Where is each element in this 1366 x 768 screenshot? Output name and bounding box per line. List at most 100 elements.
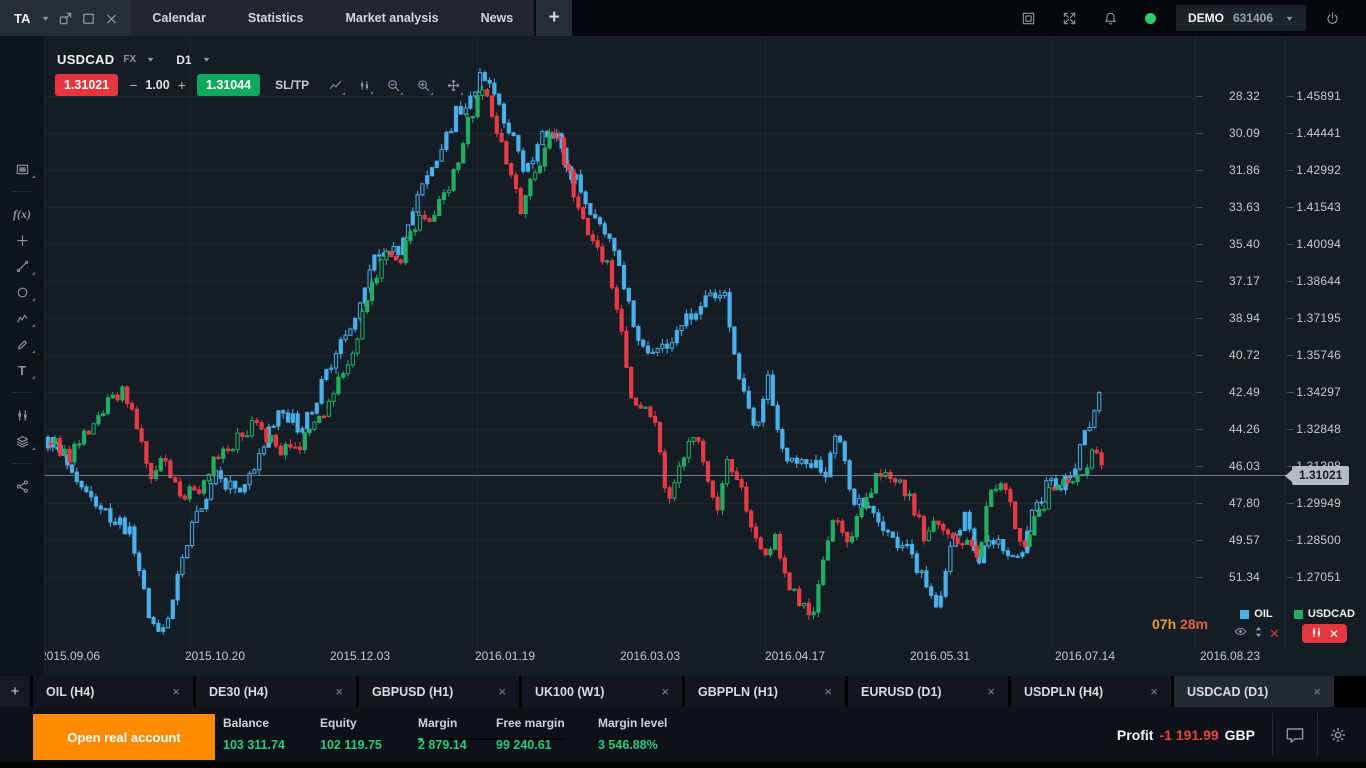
sltp-button[interactable]: SL/TP <box>275 78 309 92</box>
date-axis-label: 2016.03.03 <box>620 649 680 663</box>
popout-icon[interactable] <box>58 11 73 26</box>
chat-icon[interactable] <box>1283 707 1307 762</box>
oil-axis-label: 47.80 <box>1198 496 1260 510</box>
close-tab-icon[interactable]: × <box>824 684 832 699</box>
instrument-tab-usdpln[interactable]: USDPLN (H4)× <box>1011 676 1171 707</box>
zoom-in-icon[interactable] <box>416 78 431 93</box>
close-tab-icon[interactable]: × <box>498 684 506 699</box>
drawing-toolbar: f(x) T <box>0 36 45 676</box>
metric-value: 99 240.61 <box>496 738 598 752</box>
tab-market-analysis[interactable]: Market analysis <box>324 0 459 36</box>
share-icon[interactable] <box>11 479 33 493</box>
usdcad-axis-label: 1.32848 <box>1289 422 1341 436</box>
gridline <box>45 577 1195 578</box>
metric-label: Equity <box>320 716 418 730</box>
gridline <box>45 96 1195 97</box>
add-icon[interactable] <box>11 233 33 247</box>
workspace-menu[interactable]: TA <box>0 0 131 36</box>
gear-icon[interactable] <box>1328 707 1348 762</box>
candles-icon[interactable] <box>358 79 371 92</box>
market-label: FX <box>123 54 136 65</box>
move-icon[interactable] <box>446 78 461 93</box>
close-tab-icon[interactable]: × <box>1313 684 1321 699</box>
metric-value: 102 119.75 <box>320 738 418 752</box>
ellipse-icon[interactable] <box>11 285 33 299</box>
instrument-tab-de30[interactable]: DE30 (H4)× <box>196 676 356 707</box>
timeframe-selector[interactable]: D1 <box>176 53 191 67</box>
zoom-out-icon[interactable] <box>386 78 401 93</box>
buy-button[interactable]: 1.31044 <box>197 74 260 96</box>
close-tab-icon[interactable]: × <box>335 684 343 699</box>
oil-axis-label: 46.03 <box>1198 459 1260 473</box>
divider <box>12 392 32 393</box>
instrument-tab-eurusd[interactable]: EURUSD (D1)× <box>848 676 1008 707</box>
tab-label: UK100 (W1) <box>535 685 604 699</box>
metric-label: Margin level <box>598 716 718 730</box>
indicator-icon[interactable] <box>11 408 33 422</box>
close-tab-icon[interactable]: × <box>987 684 995 699</box>
gridline <box>45 466 1195 467</box>
oil-swatch <box>1240 610 1249 619</box>
legend-item-usdcad: USDCAD ✕ <box>1294 608 1355 644</box>
usdcad-chart-type-pill[interactable]: ✕ <box>1302 624 1347 643</box>
chevron-down-icon[interactable] <box>146 55 155 64</box>
visibility-eye-icon[interactable] <box>1233 624 1248 644</box>
metric-value: 2 879.14 <box>418 738 496 752</box>
usdcad-axis-label: 1.34297 <box>1289 385 1341 399</box>
pencil-icon[interactable] <box>11 337 33 351</box>
account-selector[interactable]: DEMO 631406 <box>1176 5 1306 31</box>
legend-item-oil: OIL ✕ <box>1233 608 1280 644</box>
layout-icon[interactable] <box>1008 11 1049 26</box>
metric-balance: Balance103 311.74 <box>223 716 320 752</box>
open-real-account-button[interactable]: Open real account <box>33 714 215 760</box>
remove-oil-icon[interactable]: ✕ <box>1269 629 1280 639</box>
layers-icon[interactable] <box>11 434 33 448</box>
fx-icon[interactable]: f(x) <box>11 207 33 221</box>
tab-statistics[interactable]: Statistics <box>227 0 325 36</box>
chevron-down-icon <box>41 14 50 23</box>
line-chart-icon[interactable] <box>328 78 343 93</box>
usdcad-axis-label: 1.41543 <box>1289 200 1341 214</box>
close-icon[interactable]: ✕ <box>1329 628 1339 640</box>
metric-label: Free margin <box>496 716 598 730</box>
divider <box>12 191 32 192</box>
date-axis-label: 2016.04.17 <box>765 649 825 663</box>
gridline <box>477 36 478 648</box>
close-tab-icon[interactable]: × <box>661 684 669 699</box>
status-bar: Open real account Balance103 311.74Equit… <box>0 707 1366 762</box>
close-tab-icon[interactable]: × <box>172 684 180 699</box>
text-icon[interactable]: T <box>11 363 33 377</box>
chart-window-icon[interactable] <box>11 162 33 176</box>
fullscreen-icon[interactable] <box>1049 11 1090 26</box>
usdcad-axis-label: 1.42992 <box>1289 163 1341 177</box>
volume-decrease-button[interactable]: − <box>129 77 137 93</box>
add-tab-button[interactable]: + <box>536 0 572 36</box>
reorder-arrows-icon[interactable] <box>1254 625 1263 643</box>
waves-icon[interactable] <box>11 311 33 325</box>
add-instrument-tab-button[interactable]: + <box>0 676 30 707</box>
profit-currency: GBP <box>1225 727 1255 743</box>
close-tab-icon[interactable]: × <box>1150 684 1158 699</box>
tab-label: USDCAD (D1) <box>1187 685 1268 699</box>
divider <box>1317 713 1318 756</box>
instrument-tab-gbppln[interactable]: GBPPLN (H1)× <box>685 676 845 707</box>
sell-button[interactable]: 1.31021 <box>55 74 118 96</box>
power-icon[interactable] <box>1312 11 1353 26</box>
chart-canvas[interactable]: 1.31021 07h 28m OIL ✕ USDCAD ✕ <box>0 36 1366 676</box>
bell-icon[interactable] <box>1090 11 1131 26</box>
instrument-tab-usdcad[interactable]: USDCAD (D1) × <box>1174 676 1334 707</box>
instrument-tabs-bar: + OIL (H4)×DE30 (H4)×GBPUSD (H1)×UK100 (… <box>0 676 1366 707</box>
volume-value[interactable]: 1.00 <box>145 78 169 92</box>
market-selector[interactable]: FX <box>123 54 136 65</box>
volume-increase-button[interactable]: + <box>178 77 186 93</box>
tab-calendar[interactable]: Calendar <box>131 0 227 36</box>
maximize-icon[interactable] <box>81 11 96 26</box>
instrument-tab-uk100[interactable]: UK100 (W1) × <box>522 676 682 707</box>
chevron-down-icon[interactable] <box>202 55 211 64</box>
instrument-tab-gbpusd[interactable]: GBPUSD (H1)× <box>359 676 519 707</box>
instrument-tab-oil[interactable]: OIL (H4)× <box>33 676 193 707</box>
metric-label: Margin <box>418 716 496 730</box>
tab-news[interactable]: News <box>460 0 535 36</box>
trendline-icon[interactable] <box>11 259 33 273</box>
close-icon[interactable] <box>104 11 119 26</box>
